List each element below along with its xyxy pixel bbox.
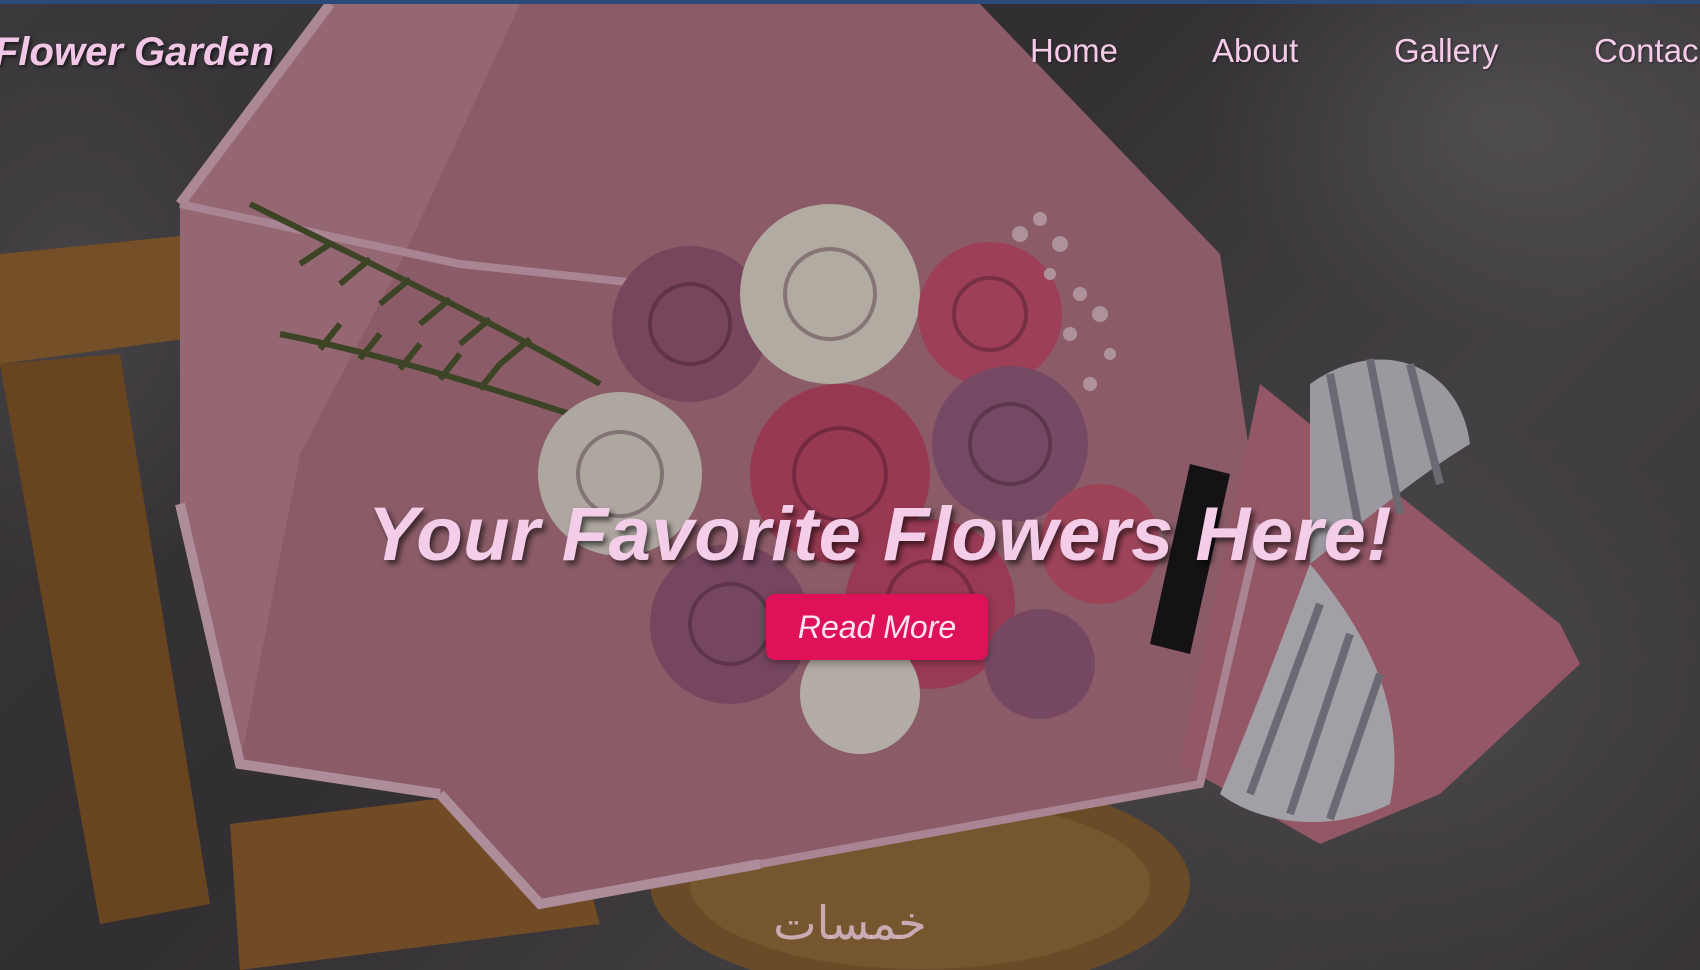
read-more-button[interactable]: Read More xyxy=(766,594,988,660)
watermark-logo: خمسات xyxy=(773,896,927,950)
nav-item-about[interactable]: About xyxy=(1212,32,1298,70)
nav-item-home[interactable]: Home xyxy=(1030,32,1118,70)
nav-item-contact[interactable]: Contac xyxy=(1594,32,1699,70)
hero-dark-overlay xyxy=(0,4,1700,970)
hero-section xyxy=(0,4,1700,970)
hero-headline: Your Favorite Flowers Here! xyxy=(367,491,1393,577)
site-logo[interactable]: Flower Garden xyxy=(0,30,274,75)
nav-item-gallery[interactable]: Gallery xyxy=(1394,32,1499,70)
